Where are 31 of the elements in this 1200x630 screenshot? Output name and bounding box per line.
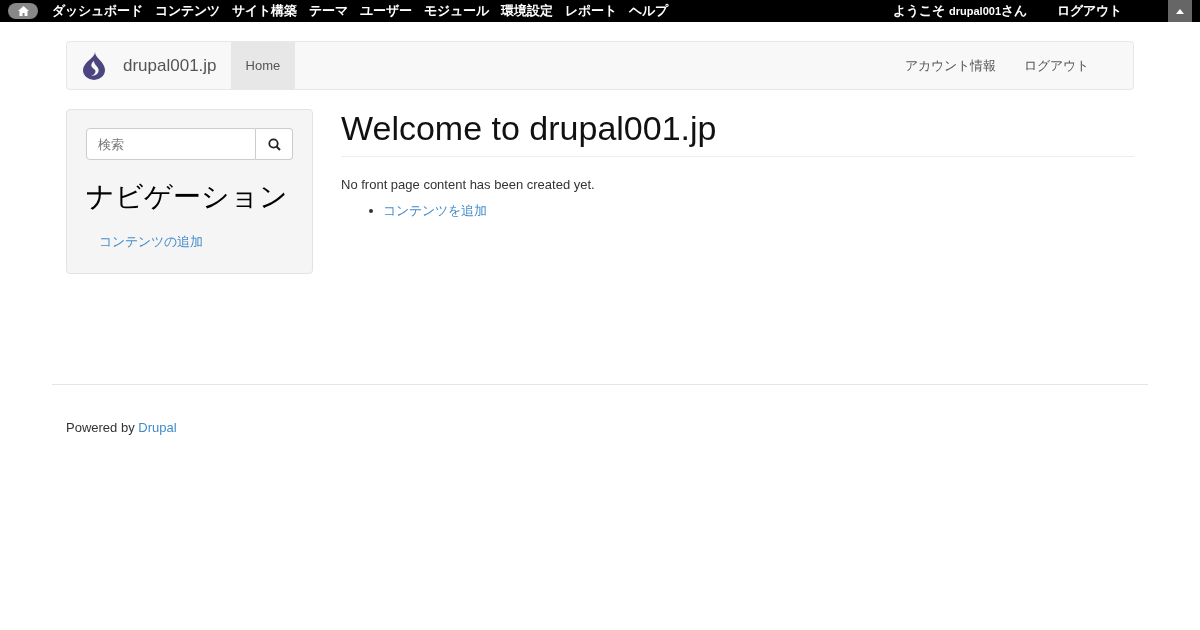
message-text: No front page content has been created yet. [341,177,596,192]
footer-link[interactable]: Drupal [138,420,177,435]
admin-menu-item[interactable]: コンテンツ [155,3,220,19]
nav-link[interactable]: ログアウト [1010,42,1103,89]
admin-menu-item[interactable]: テーマ [309,3,348,19]
toggle-button[interactable] [1168,0,1192,22]
footer-text: Powered by [66,420,136,435]
site-name[interactable]: drupal001.jp [123,55,217,76]
admin-menu-item[interactable]: ユーザー [360,3,412,19]
logout-link[interactable]: ログアウト [1057,3,1122,19]
sidebar-title: ナビゲーション [86,180,289,214]
admin-menu-item[interactable]: レポート [565,3,617,19]
admin-menu-item[interactable]: ダッシュボード [52,3,143,19]
nav-link[interactable]: アカウント情報 [891,42,1010,89]
admin-menu-item[interactable]: モジュール [424,3,489,19]
sidebar-link[interactable]: コンテンツの追加 [99,233,203,251]
nav-tab[interactable]: Home [230,42,296,89]
home-button[interactable] [8,3,38,19]
content-link[interactable]: コンテンツを追加 [383,202,487,220]
welcome-text: ようこそ drupal001さん [893,2,1027,20]
search-button[interactable] [256,128,293,160]
home-icon [17,6,29,16]
search-icon [267,137,281,151]
page-title: Welcome to drupal001.jp [341,109,1134,157]
drop-logo-icon [81,51,107,80]
admin-menu-item[interactable]: ヘルプ [629,3,668,19]
bullet-icon [369,209,373,213]
caret-icon [1176,8,1184,14]
admin-menu-item[interactable]: サイト構築 [232,3,297,19]
search-field[interactable]: 検索 [86,128,256,160]
admin-menu-item[interactable]: 環境設定 [501,3,553,19]
